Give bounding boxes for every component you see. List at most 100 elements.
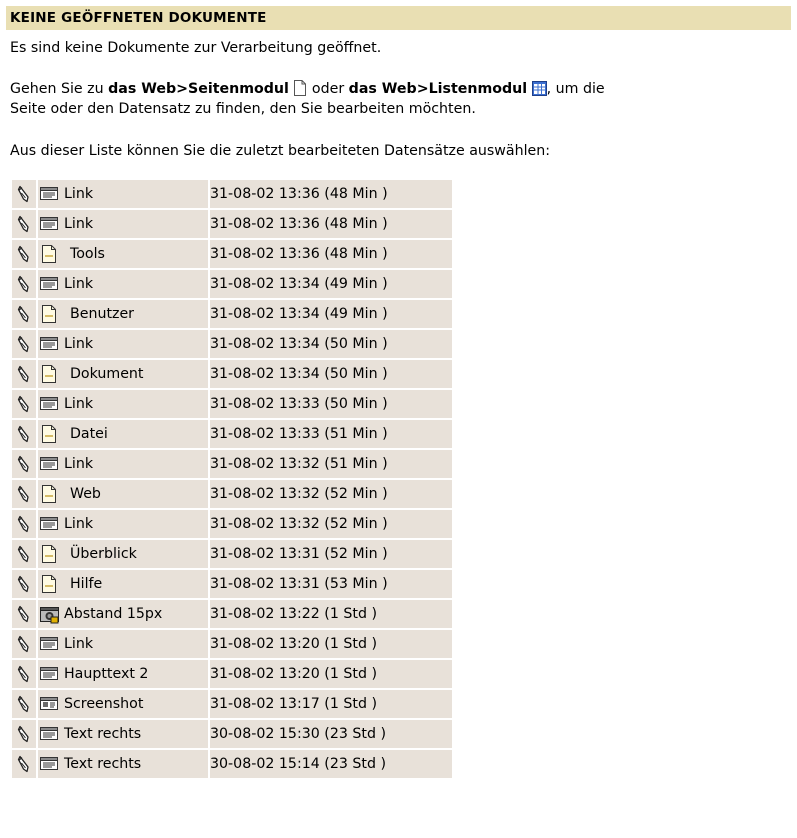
- table-row[interactable]: Benutzer 31-08-02 13:34 (49 Min ): [12, 300, 452, 328]
- page-module-link[interactable]: das Web>Seitenmodul: [108, 81, 289, 97]
- record-cell[interactable]: Text rechts: [38, 720, 208, 748]
- record-label[interactable]: Text rechts: [64, 756, 141, 772]
- record-label[interactable]: Link: [64, 186, 93, 202]
- table-row[interactable]: Text rechts 30-08-02 15:14 (23 Std ): [12, 750, 452, 778]
- edit-pencil-icon[interactable]: [12, 215, 36, 233]
- edit-cell[interactable]: [12, 720, 36, 748]
- edit-cell[interactable]: [12, 180, 36, 208]
- edit-cell[interactable]: [12, 240, 36, 268]
- record-cell[interactable]: Link: [38, 630, 208, 658]
- record-label[interactable]: Dokument: [70, 366, 143, 382]
- edit-cell[interactable]: [12, 750, 36, 778]
- record-label[interactable]: Benutzer: [70, 306, 134, 322]
- edit-pencil-icon[interactable]: [12, 515, 36, 533]
- record-cell[interactable]: Link: [38, 270, 208, 298]
- record-cell[interactable]: Dokument: [38, 360, 208, 388]
- edit-pencil-icon[interactable]: [12, 485, 36, 503]
- table-row[interactable]: Link 31-08-02 13:34 (49 Min ): [12, 270, 452, 298]
- edit-cell[interactable]: [12, 300, 36, 328]
- record-cell[interactable]: Web: [38, 480, 208, 508]
- edit-pencil-icon[interactable]: [12, 425, 36, 443]
- edit-pencil-icon[interactable]: [12, 335, 36, 353]
- edit-cell[interactable]: [12, 390, 36, 418]
- list-module-link[interactable]: das Web>Listenmodul: [349, 81, 527, 97]
- edit-cell[interactable]: [12, 420, 36, 448]
- edit-pencil-icon[interactable]: [12, 605, 36, 623]
- record-cell[interactable]: Link: [38, 390, 208, 418]
- table-row[interactable]: Hilfe 31-08-02 13:31 (53 Min ): [12, 570, 452, 598]
- record-cell[interactable]: Tools: [38, 240, 208, 268]
- table-row[interactable]: Abstand 15px 31-08-02 13:22 (1 Std ): [12, 600, 452, 628]
- table-row[interactable]: Tools 31-08-02 13:36 (48 Min ): [12, 240, 452, 268]
- record-label[interactable]: Haupttext 2: [64, 666, 148, 682]
- edit-cell[interactable]: [12, 480, 36, 508]
- record-label[interactable]: Datei: [70, 426, 108, 442]
- record-label[interactable]: Web: [70, 486, 101, 502]
- edit-cell[interactable]: [12, 210, 36, 238]
- table-row[interactable]: Link 31-08-02 13:36 (48 Min ): [12, 180, 452, 208]
- edit-pencil-icon[interactable]: [12, 575, 36, 593]
- edit-cell[interactable]: [12, 660, 36, 688]
- edit-pencil-icon[interactable]: [12, 305, 36, 323]
- record-cell[interactable]: Abstand 15px: [38, 600, 208, 628]
- table-row[interactable]: Link 31-08-02 13:20 (1 Std ): [12, 630, 452, 658]
- table-row[interactable]: Link 31-08-02 13:32 (52 Min ): [12, 510, 452, 538]
- edit-pencil-icon[interactable]: [12, 365, 36, 383]
- record-cell[interactable]: Hilfe: [38, 570, 208, 598]
- table-row[interactable]: Link 31-08-02 13:34 (50 Min ): [12, 330, 452, 358]
- record-label[interactable]: Screenshot: [64, 696, 143, 712]
- table-row[interactable]: Screenshot 31-08-02 13:17 (1 Std ): [12, 690, 452, 718]
- table-row[interactable]: Text rechts 30-08-02 15:30 (23 Std ): [12, 720, 452, 748]
- edit-cell[interactable]: [12, 330, 36, 358]
- record-label[interactable]: Link: [64, 276, 93, 292]
- record-label[interactable]: Link: [64, 396, 93, 412]
- page-module-icon[interactable]: [293, 80, 307, 101]
- edit-cell[interactable]: [12, 510, 36, 538]
- record-cell[interactable]: Text rechts: [38, 750, 208, 778]
- record-label[interactable]: Hilfe: [70, 576, 102, 592]
- edit-cell[interactable]: [12, 570, 36, 598]
- record-label[interactable]: Text rechts: [64, 726, 141, 742]
- edit-pencil-icon[interactable]: [12, 755, 36, 773]
- record-cell[interactable]: Datei: [38, 420, 208, 448]
- list-module-icon[interactable]: [531, 81, 547, 101]
- record-label[interactable]: Überblick: [70, 546, 137, 562]
- record-label[interactable]: Link: [64, 636, 93, 652]
- record-cell[interactable]: Link: [38, 450, 208, 478]
- record-label[interactable]: Tools: [70, 246, 105, 262]
- edit-pencil-icon[interactable]: [12, 245, 36, 263]
- table-row[interactable]: Link 31-08-02 13:32 (51 Min ): [12, 450, 452, 478]
- table-row[interactable]: Link 31-08-02 13:36 (48 Min ): [12, 210, 452, 238]
- record-cell[interactable]: Link: [38, 180, 208, 208]
- edit-pencil-icon[interactable]: [12, 275, 36, 293]
- edit-cell[interactable]: [12, 360, 36, 388]
- record-cell[interactable]: Link: [38, 330, 208, 358]
- table-row[interactable]: Überblick 31-08-02 13:31 (52 Min ): [12, 540, 452, 568]
- edit-cell[interactable]: [12, 600, 36, 628]
- record-cell[interactable]: Überblick: [38, 540, 208, 568]
- edit-pencil-icon[interactable]: [12, 725, 36, 743]
- table-row[interactable]: Dokument 31-08-02 13:34 (50 Min ): [12, 360, 452, 388]
- table-row[interactable]: Link 31-08-02 13:33 (50 Min ): [12, 390, 452, 418]
- record-label[interactable]: Link: [64, 216, 93, 232]
- record-cell[interactable]: Benutzer: [38, 300, 208, 328]
- record-cell[interactable]: Link: [38, 510, 208, 538]
- edit-cell[interactable]: [12, 690, 36, 718]
- record-label[interactable]: Link: [64, 516, 93, 532]
- record-cell[interactable]: Haupttext 2: [38, 660, 208, 688]
- record-label[interactable]: Link: [64, 456, 93, 472]
- edit-pencil-icon[interactable]: [12, 455, 36, 473]
- edit-cell[interactable]: [12, 540, 36, 568]
- table-row[interactable]: Haupttext 2 31-08-02 13:20 (1 Std ): [12, 660, 452, 688]
- record-label[interactable]: Link: [64, 336, 93, 352]
- edit-pencil-icon[interactable]: [12, 395, 36, 413]
- record-cell[interactable]: Link: [38, 210, 208, 238]
- record-label[interactable]: Abstand 15px: [64, 606, 162, 622]
- edit-cell[interactable]: [12, 270, 36, 298]
- table-row[interactable]: Datei 31-08-02 13:33 (51 Min ): [12, 420, 452, 448]
- edit-pencil-icon[interactable]: [12, 545, 36, 563]
- edit-pencil-icon[interactable]: [12, 635, 36, 653]
- edit-pencil-icon[interactable]: [12, 695, 36, 713]
- record-cell[interactable]: Screenshot: [38, 690, 208, 718]
- edit-cell[interactable]: [12, 630, 36, 658]
